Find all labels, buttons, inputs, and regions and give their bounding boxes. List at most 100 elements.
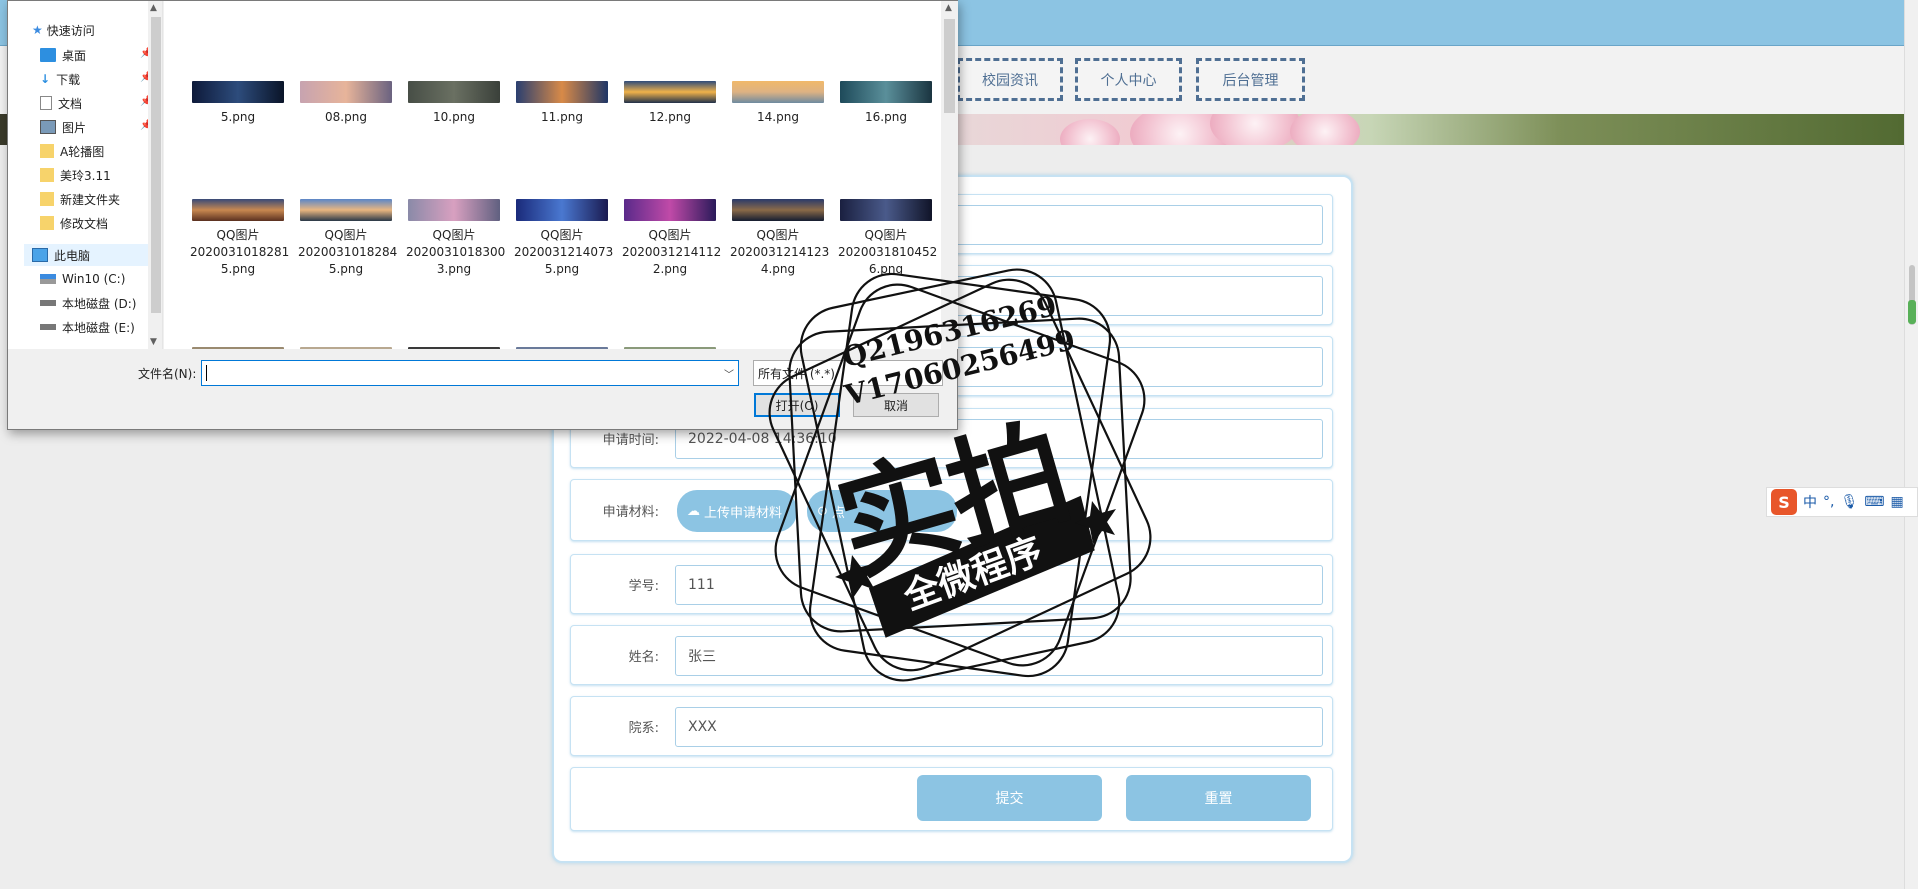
file-item[interactable]: 16.png bbox=[838, 81, 934, 126]
image-thumbnail bbox=[516, 199, 608, 221]
file-item[interactable]: QQ图片 2020031018284 5.png bbox=[298, 199, 397, 278]
file-item-partial[interactable] bbox=[298, 347, 394, 349]
windows-drive-icon bbox=[40, 274, 56, 284]
tree-item-folder-a[interactable]: A轮播图 bbox=[40, 140, 104, 162]
image-thumbnail bbox=[408, 81, 500, 103]
chevron-up-icon[interactable]: ▲ bbox=[150, 3, 157, 13]
file-item-partial[interactable] bbox=[406, 347, 502, 349]
tree-label: 此电脑 bbox=[54, 248, 91, 263]
form-row-name: 姓名: 张三 bbox=[570, 625, 1333, 685]
star-icon: ★ bbox=[32, 23, 43, 37]
filename-label: 文件名(N): bbox=[138, 367, 197, 381]
open-button[interactable]: 打开(O) bbox=[754, 393, 840, 417]
file-item[interactable]: QQ图片 2020031810452 6.png bbox=[838, 199, 938, 278]
file-item-partial[interactable] bbox=[514, 347, 610, 349]
filetype-select[interactable]: 所有文件 (*.*) bbox=[753, 360, 943, 386]
tree-item-desktop[interactable]: 桌面 📌 bbox=[40, 44, 155, 66]
view-materials-button[interactable]: ⊙ 点 bbox=[807, 490, 957, 532]
tree-item-pictures[interactable]: 图片 📌 bbox=[40, 116, 155, 138]
desktop-icon bbox=[40, 48, 56, 62]
chevron-up-icon[interactable]: ▲ bbox=[945, 3, 952, 13]
file-item[interactable]: QQ图片 2020031214073 5.png bbox=[514, 199, 614, 278]
tree-label: 美玲3.11 bbox=[60, 168, 111, 183]
ime-punct-toggle[interactable]: °, bbox=[1823, 494, 1834, 510]
files-scrollbar[interactable]: ▲ bbox=[941, 1, 958, 349]
tree-label: 新建文件夹 bbox=[60, 192, 121, 207]
file-item[interactable]: 5.png bbox=[190, 81, 286, 126]
filename-input[interactable]: ﹀ bbox=[201, 360, 739, 386]
tree-item-quick-access[interactable]: ★ 快速访问 bbox=[32, 19, 95, 41]
tree-item-folder-meiling[interactable]: 美玲3.11 bbox=[40, 164, 111, 186]
folder-icon bbox=[40, 144, 54, 158]
department-input[interactable]: XXX bbox=[675, 707, 1323, 747]
tree-item-drive-c[interactable]: Win10 (C:) bbox=[40, 268, 125, 290]
download-icon: ↓ bbox=[40, 72, 51, 86]
tree-item-folder-edit[interactable]: 修改文档 bbox=[40, 212, 108, 234]
navigation-tree: ★ 快速访问 桌面 📌 ↓ 下载 📌 文档 📌 图片 📌 A轮播图 美玲3.11… bbox=[8, 1, 163, 349]
image-thumbnail bbox=[192, 199, 284, 221]
tree-label: A轮播图 bbox=[60, 144, 105, 159]
file-item[interactable]: 08.png bbox=[298, 81, 394, 126]
tree-label: 快速访问 bbox=[46, 23, 95, 38]
tree-scrollbar[interactable]: ▲ ▼ bbox=[148, 1, 162, 349]
grid-menu-icon[interactable]: ▦ bbox=[1890, 494, 1903, 510]
nav-campus-news[interactable]: 校园资讯 bbox=[957, 58, 1063, 101]
image-thumbnail bbox=[300, 199, 392, 221]
tree-item-downloads[interactable]: ↓ 下载 📌 bbox=[40, 68, 155, 90]
image-thumbnail bbox=[624, 199, 716, 221]
file-item[interactable]: 10.png bbox=[406, 81, 502, 126]
file-name: QQ图片 2020031214073 5.png bbox=[514, 228, 614, 276]
file-name: 5.png bbox=[220, 110, 256, 124]
image-thumbnail bbox=[732, 199, 824, 221]
download-circle-icon: ⊙ bbox=[817, 503, 828, 519]
file-name: 16.png bbox=[865, 110, 907, 124]
tree-item-this-pc[interactable]: 此电脑 bbox=[24, 244, 148, 266]
name-input[interactable]: 张三 bbox=[675, 636, 1323, 676]
file-name: 11.png bbox=[541, 110, 583, 124]
cloud-upload-icon: ☁ bbox=[687, 503, 700, 519]
chevron-down-icon[interactable]: ▼ bbox=[150, 337, 157, 347]
file-name: QQ图片 2020031214123 4.png bbox=[730, 228, 830, 276]
drive-icon bbox=[40, 324, 56, 330]
file-item[interactable]: QQ图片 2020031018281 5.png bbox=[190, 199, 289, 278]
microphone-icon[interactable]: 🎙 bbox=[1840, 494, 1858, 510]
file-name: QQ图片 2020031810452 6.png bbox=[838, 228, 938, 276]
keyboard-icon[interactable]: ⌨ bbox=[1864, 494, 1884, 510]
chevron-down-icon[interactable]: ﹀ bbox=[724, 366, 734, 381]
file-item[interactable]: QQ图片 2020031018300 3.png bbox=[406, 199, 505, 278]
tree-label: 文档 bbox=[58, 96, 83, 111]
tree-label: 修改文档 bbox=[60, 216, 109, 231]
file-item[interactable]: 14.png bbox=[730, 81, 826, 126]
tree-item-drive-e[interactable]: 本地磁盘 (E:) bbox=[40, 316, 135, 338]
upload-materials-button[interactable]: ☁ 上传申请材料 bbox=[677, 490, 797, 532]
document-icon bbox=[40, 96, 52, 110]
tree-label: 桌面 bbox=[62, 48, 87, 63]
image-thumbnail bbox=[300, 81, 392, 103]
file-item[interactable]: QQ图片 2020031214112 2.png bbox=[622, 199, 721, 278]
tree-item-documents[interactable]: 文档 📌 bbox=[40, 92, 155, 114]
file-item[interactable]: QQ图片 2020031214123 4.png bbox=[730, 199, 830, 278]
ime-toolbar[interactable]: S 中 °, 🎙 ⌨ ▦ bbox=[1766, 487, 1918, 517]
file-name: 12.png bbox=[649, 110, 691, 124]
tree-item-drive-d[interactable]: 本地磁盘 (D:) bbox=[40, 292, 136, 314]
name-label: 姓名: bbox=[628, 649, 659, 665]
tree-label: 本地磁盘 (D:) bbox=[62, 296, 137, 311]
reset-button[interactable]: 重置 bbox=[1126, 775, 1311, 821]
computer-icon bbox=[32, 248, 48, 262]
image-thumbnail bbox=[408, 199, 500, 221]
page-scrollbar[interactable] bbox=[1904, 0, 1918, 889]
ime-mode-toggle[interactable]: 中 bbox=[1803, 492, 1817, 512]
upload-materials-label: 上传申请材料 bbox=[704, 505, 783, 521]
file-item[interactable]: 11.png bbox=[514, 81, 610, 126]
file-name: 08.png bbox=[325, 110, 367, 124]
submit-button[interactable]: 提交 bbox=[917, 775, 1102, 821]
cancel-button[interactable]: 取消 bbox=[853, 393, 939, 417]
nav-admin[interactable]: 后台管理 bbox=[1196, 58, 1305, 101]
nav-personal-center[interactable]: 个人中心 bbox=[1075, 58, 1182, 101]
file-item-partial[interactable] bbox=[190, 347, 286, 349]
student-id-input[interactable]: 111 bbox=[675, 565, 1323, 605]
file-item-partial[interactable] bbox=[622, 347, 718, 349]
tree-item-folder-new[interactable]: 新建文件夹 bbox=[40, 188, 120, 210]
picture-icon bbox=[40, 120, 56, 134]
file-item[interactable]: 12.png bbox=[622, 81, 718, 126]
